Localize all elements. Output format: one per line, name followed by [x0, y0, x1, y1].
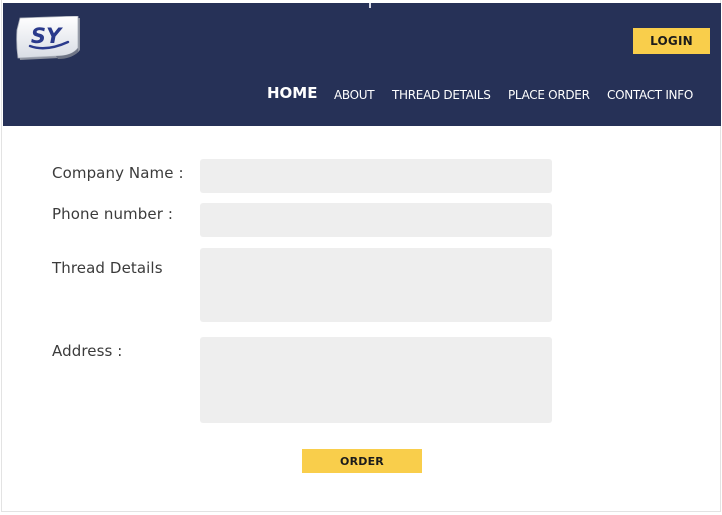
company-name-field[interactable] [200, 159, 552, 193]
logo-emblem-icon: SY [16, 15, 80, 60]
phone-number-field[interactable] [200, 203, 552, 237]
nav-item-thread-details[interactable]: THREAD DETAILS [392, 83, 491, 107]
page: SY LOGIN HOME ABOUT THREAD DETAILS PLACE… [1, 0, 721, 512]
address-field[interactable] [200, 337, 552, 423]
logo-text: SY [31, 24, 63, 48]
order-button[interactable]: ORDER [302, 449, 422, 473]
phone-number-label: Phone number : [52, 205, 173, 223]
brand-logo[interactable]: SY [16, 15, 84, 60]
thread-details-field[interactable] [200, 248, 552, 322]
login-button[interactable]: LOGIN [633, 28, 710, 54]
address-label: Address : [52, 342, 123, 360]
thread-details-label: Thread Details [52, 259, 163, 277]
main-nav: HOME ABOUT THREAD DETAILS PLACE ORDER CO… [3, 83, 721, 107]
nav-item-place-order[interactable]: PLACE ORDER [508, 83, 590, 107]
site-header: SY LOGIN HOME ABOUT THREAD DETAILS PLACE… [3, 3, 721, 126]
nav-item-home[interactable]: HOME [267, 81, 317, 105]
header-tick-mark [369, 3, 371, 8]
nav-item-about[interactable]: ABOUT [334, 83, 375, 107]
nav-item-contact-info[interactable]: CONTACT INFO [607, 83, 693, 107]
company-name-label: Company Name : [52, 164, 184, 182]
